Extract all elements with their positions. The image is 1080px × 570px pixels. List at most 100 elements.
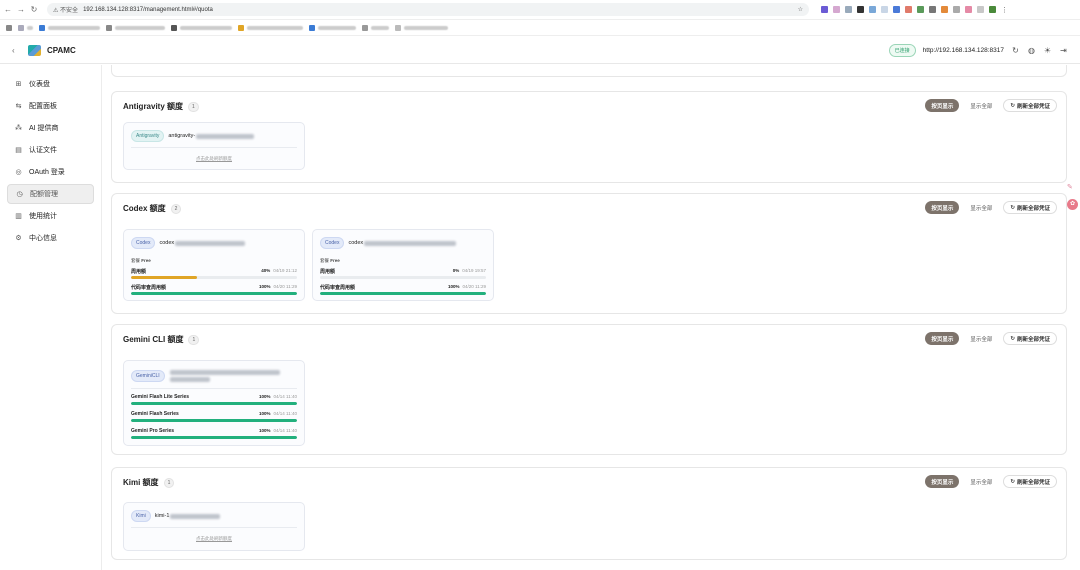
refresh-quota-hint[interactable]: 点击此处刷新额度 (124, 156, 304, 162)
plan-value: Free (141, 258, 151, 263)
security-warning[interactable]: ⚠ 不安全 (53, 5, 78, 14)
dashboard-icon: ⊞ (15, 81, 22, 88)
sidebar-item-center-info[interactable]: ⚙ 中心信息 (7, 228, 94, 248)
app-header: ‹ CPAMC 已连接 http://192.168.134.128:8317 … (0, 37, 1080, 64)
info-icon: ⚙ (15, 235, 22, 242)
quota-card: Codex codex 套餐 Free 周用额 0% 04/19 19:57 代码… (312, 229, 494, 301)
refresh-all-label: 刷新全部凭证 (1016, 479, 1050, 486)
language-globe-icon[interactable]: ◍ (1027, 46, 1036, 55)
extension-icon[interactable] (821, 6, 828, 13)
sidebar-item-label: 使用统计 (29, 213, 57, 220)
logout-icon[interactable]: ⇥ (1059, 46, 1068, 55)
bookmark-item[interactable] (106, 24, 165, 31)
paged-view-button[interactable]: 按页显示 (925, 475, 960, 488)
quota-progress-fill (131, 419, 297, 422)
sidebar-item-dashboard[interactable]: ⊞ 仪表盘 (7, 74, 94, 94)
extension-icon[interactable] (977, 6, 984, 13)
codex-quota-section: Codex 额度 2 按页显示 显示全部 ↻ 刷新全部凭证 Codex codex… (111, 193, 1067, 314)
sidebar-item-oauth[interactable]: ◎ OAuth 登录 (7, 162, 94, 182)
menu-dots-icon[interactable]: ⋮ (1001, 6, 1008, 14)
main-content[interactable]: Antigravity 额度 1 按页显示 显示全部 ↻ 刷新全部凭证 Antig… (102, 65, 1080, 570)
refresh-all-button[interactable]: ↻ 刷新全部凭证 (1003, 99, 1057, 112)
extension-icon[interactable] (893, 6, 900, 13)
extension-icon[interactable] (881, 6, 888, 13)
quota-reset-time: 04/14 11:40 (273, 394, 297, 399)
edit-icon[interactable]: ✎ (1067, 183, 1076, 192)
account-prefix: kimi-1 (154, 513, 170, 519)
extension-icon[interactable] (869, 6, 876, 13)
bookmark-item[interactable] (39, 24, 100, 31)
extension-icon[interactable] (857, 6, 864, 13)
bookmark-item[interactable] (6, 24, 12, 31)
bookmark-star-icon[interactable]: ☆ (798, 6, 803, 13)
bookmark-item[interactable] (238, 24, 303, 31)
forward-icon[interactable]: → (16, 5, 26, 14)
extensions-bar: ⋮ (821, 6, 1008, 14)
reload-icon[interactable]: ↻ (29, 5, 39, 14)
extension-icon[interactable] (833, 6, 840, 13)
bookmark-item[interactable] (362, 24, 389, 31)
extension-icon[interactable] (929, 6, 936, 13)
sidebar-item-ai-providers[interactable]: ⁂ AI 提供商 (7, 118, 94, 138)
antigravity-quota-section: Antigravity 额度 1 按页显示 显示全部 ↻ 刷新全部凭证 Antig… (111, 91, 1067, 183)
extension-icon[interactable] (989, 6, 996, 13)
paged-view-button[interactable]: 按页显示 (925, 332, 960, 345)
bookmark-item[interactable] (395, 24, 448, 31)
sidebar-item-auth-files[interactable]: ▤ 认证文件 (7, 140, 94, 160)
assistant-icon[interactable]: ✿ (1067, 199, 1078, 210)
quota-progress-fill (131, 436, 297, 439)
previous-section (111, 65, 1067, 77)
paged-view-button[interactable]: 按页显示 (925, 99, 960, 112)
bookmarks-bar (0, 20, 1080, 36)
quota-meta: 100% 04/14 11:40 (259, 411, 297, 416)
refresh-all-button[interactable]: ↻ 刷新全部凭证 (1003, 332, 1057, 345)
sidebar-item-quota[interactable]: ◷ 配额管理 (7, 184, 94, 204)
paged-view-button[interactable]: 按页显示 (925, 201, 960, 214)
quota-progress-bar (131, 276, 297, 279)
url-text[interactable]: 192.168.134.128:8317/management.html#/qu… (83, 7, 213, 13)
bookmark-item[interactable] (309, 24, 356, 31)
refresh-all-button[interactable]: ↻ 刷新全部凭证 (1003, 475, 1057, 488)
gemini-quota-section: Gemini CLI 额度 1 按页显示 显示全部 ↻ 刷新全部凭证 Gemini… (111, 324, 1067, 455)
section-title: Kimi 额度 (123, 478, 159, 487)
quota-progress-bar (131, 419, 297, 422)
show-all-button[interactable]: 显示全部 (964, 332, 999, 345)
sidebar-item-config[interactable]: ⇆ 配置面板 (7, 96, 94, 116)
plan-value: Free (330, 258, 340, 263)
extension-icon[interactable] (845, 6, 852, 13)
back-icon[interactable]: ← (3, 5, 13, 14)
refresh-quota-hint[interactable]: 点击此处刷新额度 (124, 536, 304, 542)
theme-sun-icon[interactable]: ☀ (1043, 46, 1052, 55)
refresh-all-label: 刷新全部凭证 (1016, 103, 1050, 110)
show-all-button[interactable]: 显示全部 (964, 99, 999, 112)
sidebar-item-label: 配额管理 (30, 191, 58, 198)
sidebar-item-label: AI 提供商 (29, 125, 59, 132)
show-all-button[interactable]: 显示全部 (964, 475, 999, 488)
bookmark-item[interactable] (171, 24, 232, 31)
quota-label: 周用额 (131, 269, 147, 275)
quota-card: Antigravity antigravity- 点击此处刷新额度 (123, 122, 305, 170)
browser-toolbar: ← → ↻ ⚠ 不安全 192.168.134.128:8317/managem… (0, 0, 1080, 20)
extension-icon[interactable] (953, 6, 960, 13)
collapse-sidebar-icon[interactable]: ‹ (12, 46, 22, 55)
extension-icon[interactable] (965, 6, 972, 13)
bookmark-item[interactable] (18, 24, 33, 31)
account-name: codex (159, 240, 246, 246)
section-title: Gemini CLI 额度 (123, 335, 184, 344)
address-bar[interactable]: ⚠ 不安全 192.168.134.128:8317/management.ht… (47, 3, 809, 16)
refresh-icon[interactable]: ↻ (1011, 46, 1020, 55)
quota-label: Gemini Flash Series (131, 411, 179, 417)
quota-progress-bar (320, 276, 486, 279)
quota-label: Gemini Flash Lite Series (131, 394, 190, 400)
quota-progress-fill (131, 292, 297, 295)
quota-percent: 40% (261, 268, 271, 273)
sidebar-item-usage-stats[interactable]: ▥ 使用统计 (7, 206, 94, 226)
quota-icon: ◷ (16, 191, 23, 198)
quota-meta: 0% 04/19 19:57 (453, 268, 486, 273)
quota-percent: 100% (259, 394, 271, 399)
show-all-button[interactable]: 显示全部 (964, 201, 999, 214)
extension-icon[interactable] (905, 6, 912, 13)
extension-icon[interactable] (917, 6, 924, 13)
extension-icon[interactable] (941, 6, 948, 13)
refresh-all-button[interactable]: ↻ 刷新全部凭证 (1003, 201, 1057, 214)
